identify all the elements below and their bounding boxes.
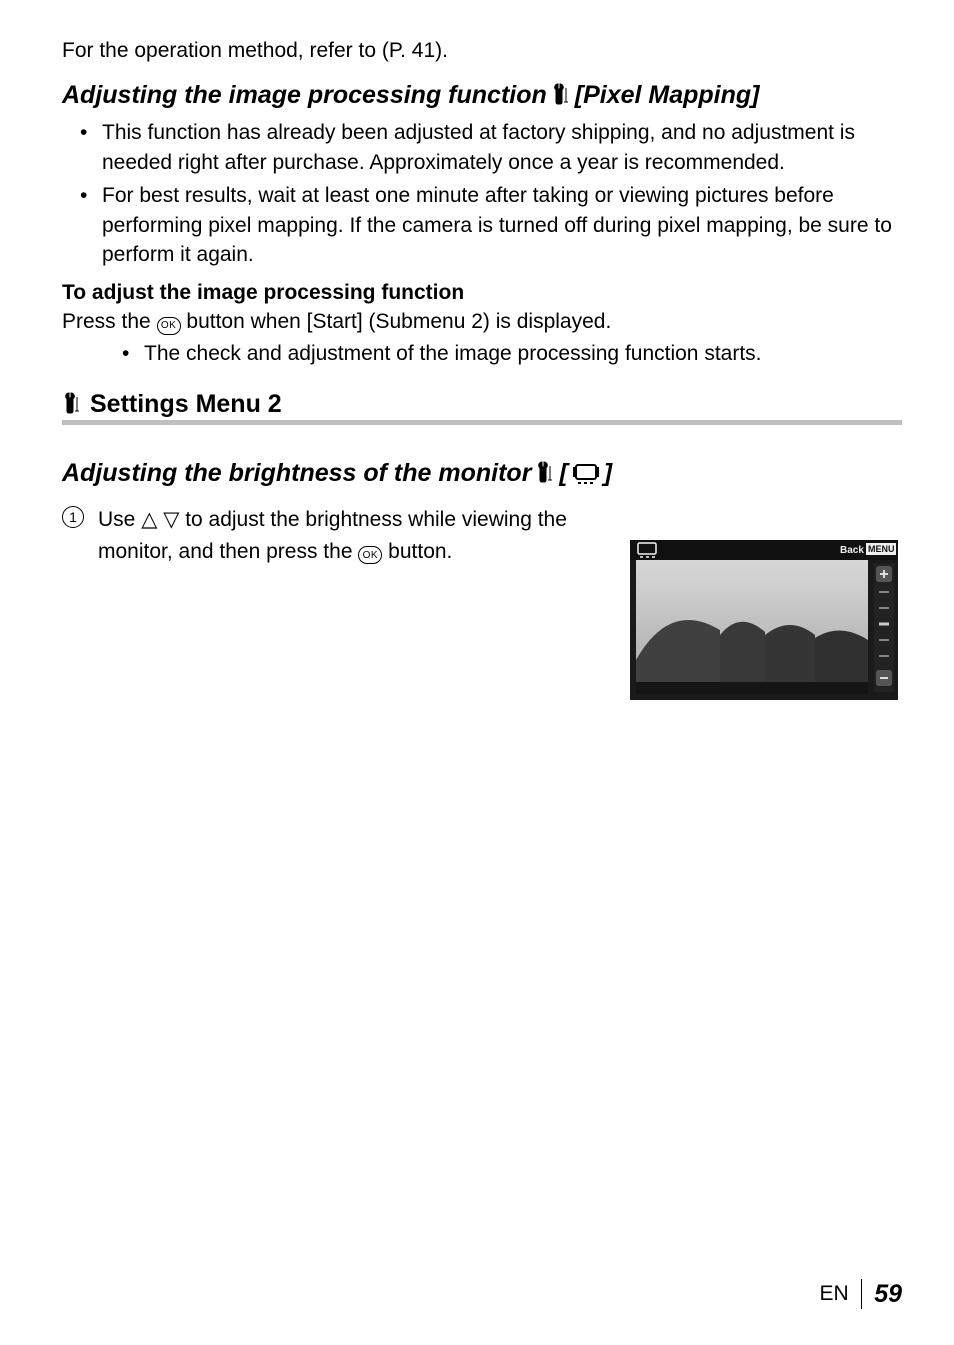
monitor-brightness-icon	[572, 463, 600, 485]
bracket-close: ]	[604, 459, 612, 488]
heading-pixel-mapping-post: [Pixel Mapping]	[575, 81, 760, 110]
footer-lang: EN	[820, 1282, 849, 1306]
ok-button-icon: OK	[157, 317, 181, 335]
ok-button-icon: OK	[358, 546, 382, 564]
menu-label: MENU	[868, 544, 895, 554]
heading-pixel-mapping: Adjusting the image processing function …	[62, 81, 902, 110]
heading-pixel-mapping-pre: Adjusting the image processing function	[62, 81, 547, 110]
section-settings-menu-2: Settings Menu 2	[62, 390, 902, 425]
step-number-1: 1	[62, 506, 84, 528]
bullet-list-1: This function has already been adjusted …	[80, 118, 902, 269]
press-bullet-item: The check and adjustment of the image pr…	[122, 339, 902, 368]
footer-separator	[861, 1279, 863, 1309]
triangle-up-icon: △	[141, 508, 157, 531]
triangle-down-icon: ▽	[163, 508, 179, 531]
heading-brightness-pre: Adjusting the brightness of the monitor	[62, 459, 531, 488]
press-post: button when [Start] (Submenu 2) is displ…	[186, 310, 611, 333]
bracket-open: [	[559, 459, 567, 488]
bullet-item: For best results, wait at least one minu…	[80, 181, 902, 269]
wrench-icon	[62, 390, 82, 419]
page-root: For the operation method, refer to (P. 4…	[0, 0, 954, 1345]
footer-page-number: 59	[874, 1280, 902, 1309]
wrench-icon	[551, 81, 571, 110]
wrench-icon	[535, 459, 555, 488]
back-label: Back	[840, 545, 864, 556]
section-title-text: Settings Menu 2	[90, 390, 282, 419]
subheading-adjust: To adjust the image processing function	[62, 281, 902, 305]
press-line: Press the OK button when [Start] (Submen…	[62, 307, 902, 336]
step-post: button.	[388, 540, 452, 563]
camera-screenshot: Back MENU	[630, 540, 898, 700]
step-text: Use △ ▽ to adjust the brightness while v…	[98, 504, 578, 567]
press-pre: Press the	[62, 310, 157, 333]
bullet-item: This function has already been adjusted …	[80, 118, 902, 177]
page-footer: EN 59	[820, 1279, 903, 1309]
step-pre: Use	[98, 508, 141, 531]
intro-text: For the operation method, refer to (P. 4…	[62, 36, 902, 65]
heading-monitor-brightness: Adjusting the brightness of the monitor …	[62, 459, 902, 488]
press-bullet-list: The check and adjustment of the image pr…	[122, 339, 902, 368]
